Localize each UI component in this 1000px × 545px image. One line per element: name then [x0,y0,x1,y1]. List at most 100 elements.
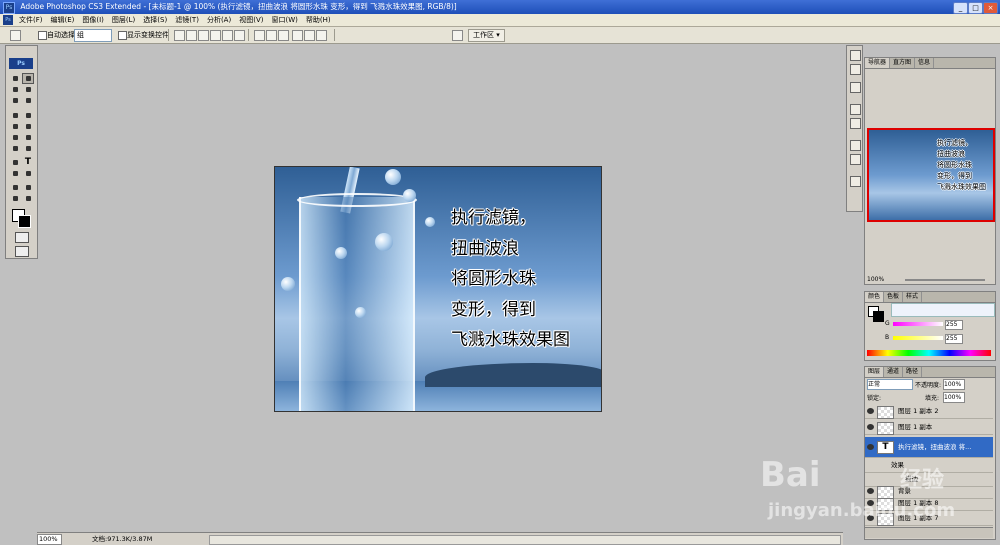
fg-color-swatch[interactable] [873,311,884,322]
hand-tool-icon[interactable] [9,193,21,204]
layer-row-selected[interactable]: T 执行滤镜，扭曲波浪 将... [865,437,993,458]
navigator-zoom-slider[interactable] [905,279,985,281]
distribute-hcenter-icon[interactable] [304,30,315,41]
menu-window[interactable]: 窗口(W) [267,14,301,26]
auto-select-checkbox[interactable] [38,31,47,40]
visibility-eye-icon[interactable] [867,444,874,450]
move-tool-icon[interactable] [22,73,34,84]
crop-tool-icon[interactable] [9,95,21,106]
color-spectrum-bar[interactable] [867,350,991,356]
magic-wand-icon[interactable] [22,84,34,95]
history-panel-icon[interactable] [850,50,861,61]
gradient-tool-icon[interactable] [22,132,34,143]
zoom-tool-icon[interactable] [22,193,34,204]
menu-file[interactable]: 文件(F) [15,14,47,26]
menu-view[interactable]: 视图(V) [235,14,267,26]
distribute-left-icon[interactable] [292,30,303,41]
tab-channels[interactable]: 通道 [884,367,904,377]
maximize-button[interactable]: □ [968,2,983,14]
minimize-button[interactable]: _ [953,2,968,14]
eraser-tool-icon[interactable] [9,132,21,143]
paragraph-panel-icon[interactable] [850,154,861,165]
marquee-tool-icon[interactable] [9,73,21,84]
distribute-bottom-icon[interactable] [278,30,289,41]
tab-navigator[interactable]: 导航器 [865,58,891,68]
distribute-center-icon[interactable] [266,30,277,41]
tool-presets-icon[interactable] [850,104,861,115]
g-slider[interactable] [893,322,943,326]
menu-filter[interactable]: 滤镜(T) [171,14,203,26]
foreground-color-swatch[interactable] [18,215,31,228]
align-vcenter-icon[interactable] [186,30,197,41]
menu-layer[interactable]: 图层(L) [108,14,139,26]
align-left-icon[interactable] [210,30,221,41]
doc-info[interactable]: 文档:971.3K/3.87M [92,533,152,545]
tab-histogram[interactable]: 直方图 [890,58,916,68]
menu-help[interactable]: 帮助(H) [302,14,335,26]
horizontal-scrollbar[interactable] [209,535,841,545]
character-panel-icon[interactable] [850,140,861,151]
pen-tool-icon[interactable] [9,157,21,168]
clone-stamp-icon[interactable] [9,121,21,132]
type-tool-icon[interactable]: T [22,157,34,168]
fill-field[interactable]: 100% [943,392,965,403]
water-glass [299,197,415,411]
workspace-button[interactable]: 工作区 ▾ [468,29,505,42]
dodge-tool-icon[interactable] [22,143,34,154]
zoom-field[interactable]: 100% [37,534,62,545]
ps-menu-icon[interactable]: Ps [3,15,13,25]
visibility-eye-icon[interactable] [867,488,874,494]
tab-styles[interactable]: 样式 [903,292,923,302]
eyedropper-icon[interactable] [22,182,34,193]
notes-tool-icon[interactable] [9,182,21,193]
actions-panel-icon[interactable] [850,64,861,75]
history-brush-icon[interactable] [22,121,34,132]
navigator-preview[interactable]: 执行滤镜， 扭曲波浪 将圆形水珠 变形，得到 飞溅水珠效果图 [867,128,995,222]
distribute-top-icon[interactable] [254,30,265,41]
tab-swatches[interactable]: 色板 [884,292,904,302]
healing-brush-icon[interactable] [9,110,21,121]
opacity-field[interactable]: 100% [943,379,965,390]
tab-color[interactable]: 颜色 [865,292,885,302]
layer-row[interactable]: 图层 1 副本 [865,421,993,435]
layer-comps-icon[interactable] [850,118,861,129]
camera-icon[interactable] [452,30,463,41]
menu-image[interactable]: 图像(I) [78,14,108,26]
brush-tool-icon[interactable] [22,110,34,121]
blur-tool-icon[interactable] [9,143,21,154]
tab-layers[interactable]: 图层 [865,367,885,377]
b-value-field[interactable]: 255 [945,334,963,344]
distribute-right-icon[interactable] [316,30,327,41]
visibility-eye-icon[interactable] [867,408,874,414]
align-top-icon[interactable] [174,30,185,41]
input-method-toolbar[interactable] [891,303,995,317]
align-right-icon[interactable] [234,30,245,41]
tab-info[interactable]: 信息 [915,58,935,68]
g-value-field[interactable]: 255 [945,320,963,330]
close-button[interactable]: × [983,2,998,14]
layer-row[interactable]: 图层 1 副本 2 [865,405,993,419]
align-bottom-icon[interactable] [198,30,209,41]
brushes-panel-icon[interactable] [850,82,861,93]
slice-tool-icon[interactable] [22,95,34,106]
path-select-icon[interactable] [9,168,21,179]
document-canvas[interactable]: 执行滤镜， 扭曲波浪 将圆形水珠 变形，得到 飞溅水珠效果图 [274,166,602,412]
align-hcenter-icon[interactable] [222,30,233,41]
shape-tool-icon[interactable] [22,168,34,179]
show-transform-checkbox[interactable] [118,31,127,40]
tab-paths[interactable]: 路径 [903,367,923,377]
screen-mode-icon[interactable] [15,246,29,257]
navigator-zoom[interactable]: 100% [867,276,884,283]
menu-select[interactable]: 选择(S) [139,14,171,26]
menu-edit[interactable]: 编辑(E) [47,14,79,26]
clone-source-icon[interactable] [850,176,861,187]
quick-mask-icon[interactable] [15,232,29,243]
auto-select-dropdown[interactable]: 组 [74,29,112,42]
b-slider[interactable] [893,336,943,340]
blend-mode-dropdown[interactable]: 正常 [867,379,913,390]
menu-analysis[interactable]: 分析(A) [203,14,235,26]
move-tool-icon[interactable] [10,30,21,41]
lasso-tool-icon[interactable] [9,84,21,95]
layers-footer-toolbar[interactable] [865,527,993,538]
visibility-eye-icon[interactable] [867,424,874,430]
